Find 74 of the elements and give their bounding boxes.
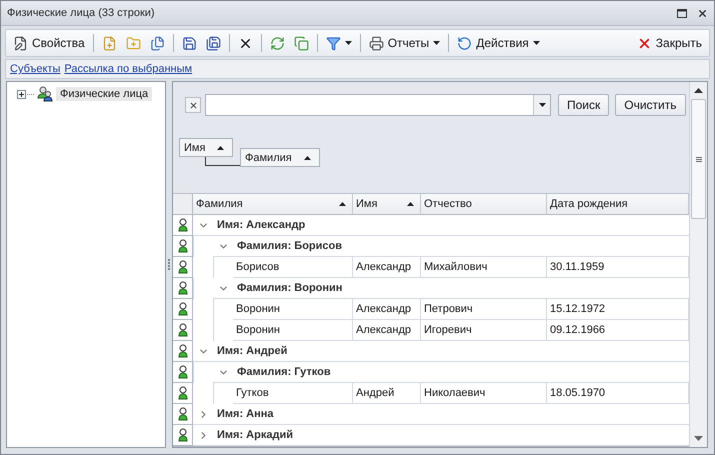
chip-label: Имя <box>184 142 206 154</box>
table-cell: Александр <box>353 299 421 320</box>
group-chip[interactable]: Имя <box>179 138 234 157</box>
close-icon[interactable] <box>697 8 708 18</box>
circular-arrow-icon <box>457 36 472 50</box>
person-icon <box>178 386 188 400</box>
person-icon <box>178 344 188 358</box>
group-row[interactable]: Имя: Андрей <box>193 341 689 362</box>
filter-icon <box>326 36 341 50</box>
person-icon <box>178 239 188 253</box>
group-row[interactable]: Имя: Александр <box>193 215 689 236</box>
table-cell: Александр <box>353 257 421 278</box>
printer-icon <box>368 36 384 50</box>
person-icon <box>178 302 188 316</box>
scroll-down-icon[interactable] <box>694 436 703 441</box>
column-header[interactable]: Фамилия <box>193 194 353 215</box>
column-header[interactable]: Отчество <box>421 194 547 215</box>
caret-icon <box>433 41 440 45</box>
link[interactable]: Рассылка по выбранным <box>64 63 192 75</box>
caret-icon <box>532 41 540 45</box>
group-label: Имя: Анна <box>217 408 274 420</box>
person-icon <box>178 365 188 379</box>
person-icon <box>178 407 188 421</box>
table-cell: Гутков <box>233 383 353 404</box>
reports-menu[interactable]: Отчеты <box>366 34 444 52</box>
properties-button[interactable]: Свойства <box>10 34 88 52</box>
table-cell: Игоревич <box>421 320 547 341</box>
table-cell: Андрей <box>353 383 421 404</box>
column-header[interactable]: Дата рождения <box>547 194 689 215</box>
tree-item[interactable]: Физические лица <box>56 87 152 101</box>
group-chip[interactable]: Фамилия <box>240 148 320 167</box>
group-label: Фамилия: Воронин <box>237 282 342 294</box>
scroll-thumb[interactable] <box>691 99 706 219</box>
caret-icon <box>344 41 352 45</box>
group-label: Имя: Андрей <box>217 345 288 357</box>
group-row[interactable]: Фамилия: Гутков <box>213 362 689 383</box>
group-row[interactable]: Фамилия: Воронин <box>213 278 689 299</box>
grip-icon <box>696 156 702 162</box>
table-cell: Александр <box>353 320 421 341</box>
person-icon <box>178 281 188 295</box>
clear-button[interactable]: Очистить <box>615 94 686 116</box>
table-cell: Михайлович <box>421 257 547 278</box>
table-cell: Воронин <box>233 299 353 320</box>
search-field[interactable] <box>205 94 551 116</box>
window-title: Физические лица (33 строки) <box>7 7 156 19</box>
person-icon <box>178 323 188 337</box>
person-icon <box>178 218 188 232</box>
table-cell: Николаевич <box>421 383 547 404</box>
group-label: Фамилия: Борисов <box>237 240 342 252</box>
close-button[interactable]: Закрыть <box>634 34 705 52</box>
close-icon <box>188 100 198 110</box>
link[interactable]: Субъекты <box>10 63 60 75</box>
table-cell: Воронин <box>233 320 353 341</box>
group-label: Имя: Аркадий <box>217 429 293 441</box>
group-label: Фамилия: Гутков <box>237 366 331 378</box>
expand-icon[interactable] <box>17 90 34 98</box>
group-row[interactable]: Фамилия: Борисов <box>213 236 689 257</box>
group-label: Имя: Александр <box>217 219 306 231</box>
dropdown-caret-icon <box>538 103 546 107</box>
chip-label: Фамилия <box>245 152 292 164</box>
person-icon <box>178 428 188 442</box>
actions-menu[interactable]: Действия <box>454 34 543 52</box>
document-pencil-icon <box>13 36 28 50</box>
person-icon <box>178 260 188 274</box>
restore-icon[interactable] <box>677 8 687 18</box>
search-button[interactable]: Поиск <box>558 94 610 116</box>
table-cell: Борисов <box>233 257 353 278</box>
column-header[interactable]: Имя <box>353 194 421 215</box>
table-cell: Петрович <box>421 299 547 320</box>
scroll-up-icon[interactable] <box>694 88 703 93</box>
vertical-scrollbar[interactable] <box>689 82 707 447</box>
group-row[interactable]: Имя: Анна <box>193 404 689 425</box>
people-icon <box>37 86 53 102</box>
clear-search-button[interactable] <box>185 97 201 113</box>
